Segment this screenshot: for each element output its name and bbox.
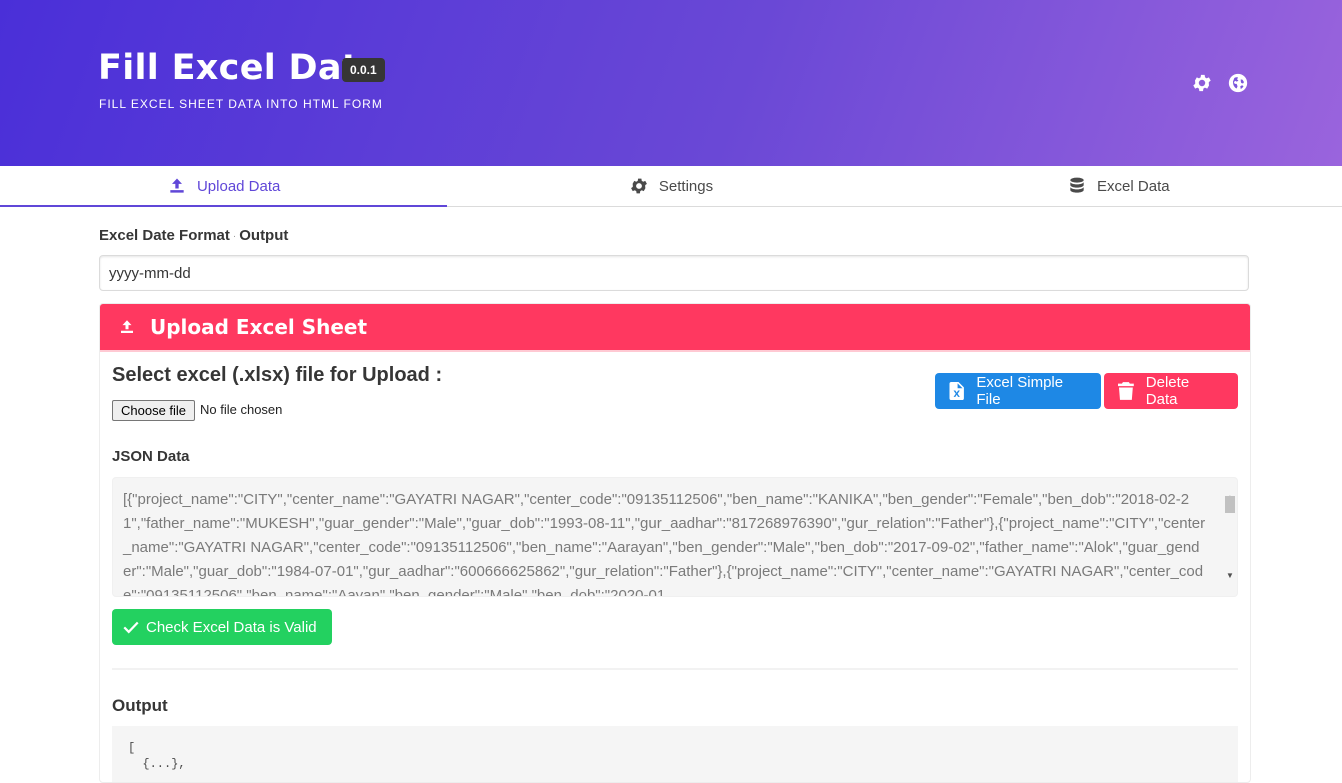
select-file-title: Select excel (.xlsx) file for Upload : xyxy=(112,364,443,386)
tab-excel-data[interactable]: Excel Data xyxy=(895,166,1342,206)
gear-icon[interactable] xyxy=(1191,72,1213,94)
globe-icon[interactable] xyxy=(1227,72,1249,94)
excel-simple-file-button[interactable]: Excel Simple File xyxy=(935,373,1101,409)
trash-icon xyxy=(1118,382,1134,400)
label-main: Excel Date Format xyxy=(99,227,230,244)
json-data-textarea[interactable]: [{"project_name":"CITY","center_name":"G… xyxy=(112,477,1238,597)
file-status: No file chosen xyxy=(200,402,283,417)
delete-data-button[interactable]: Delete Data xyxy=(1104,373,1238,409)
button-label: Delete Data xyxy=(1145,374,1190,408)
file-excel-icon xyxy=(949,382,964,400)
tab-bar: Upload Data Settings Excel Data xyxy=(0,166,1342,207)
tab-upload-data[interactable]: Upload Data xyxy=(0,166,448,207)
app-title: Fill Excel Data xyxy=(98,48,383,88)
database-icon xyxy=(1070,177,1084,193)
version-tag: 0.0.1 xyxy=(342,58,385,82)
textarea-scrollbar[interactable]: ▲ ▼ xyxy=(1223,490,1235,580)
tab-label: Settings xyxy=(658,177,714,195)
check-valid-button[interactable]: Check Excel Data is Valid xyxy=(112,609,332,645)
button-label: Check Excel Data is Valid xyxy=(146,618,317,636)
scroll-down-icon[interactable]: ▼ xyxy=(1226,564,1234,588)
label-sub: Output xyxy=(239,227,289,244)
scroll-thumb[interactable] xyxy=(1225,496,1235,513)
json-data-label: JSON Data xyxy=(112,448,190,465)
gear-icon xyxy=(630,178,647,194)
button-label: Excel Simple File xyxy=(976,374,1064,408)
output-box: [ {...}, xyxy=(112,726,1238,782)
panel-heading: Upload Excel Sheet xyxy=(100,304,1250,350)
upload-icon xyxy=(121,320,133,333)
upload-icon xyxy=(170,178,184,193)
hero-header: Fill Excel Data 0.0.1 FILL EXCEL SHEET D… xyxy=(0,0,1342,166)
check-icon xyxy=(123,621,139,634)
tab-label: Upload Data xyxy=(196,177,281,195)
app-subtitle: FILL EXCEL SHEET DATA INTO HTML FORM xyxy=(99,97,383,111)
tab-settings[interactable]: Settings xyxy=(447,166,894,206)
output-label: Output xyxy=(112,696,168,715)
json-text: [{"project_name":"CITY","center_name":"G… xyxy=(123,491,1206,597)
choose-file-button[interactable]: Choose file xyxy=(112,400,196,421)
panel-title: Upload Excel Sheet xyxy=(150,315,368,339)
label-separator: · xyxy=(232,230,237,242)
date-format-input[interactable] xyxy=(99,255,1249,291)
upload-panel: Upload Excel Sheet Select excel (.xlsx) … xyxy=(99,303,1251,783)
panel-divider xyxy=(100,350,1250,352)
section-divider xyxy=(112,668,1238,670)
tab-label: Excel Data xyxy=(1097,177,1170,195)
date-format-label: Excel Date Format · Output xyxy=(99,227,288,244)
